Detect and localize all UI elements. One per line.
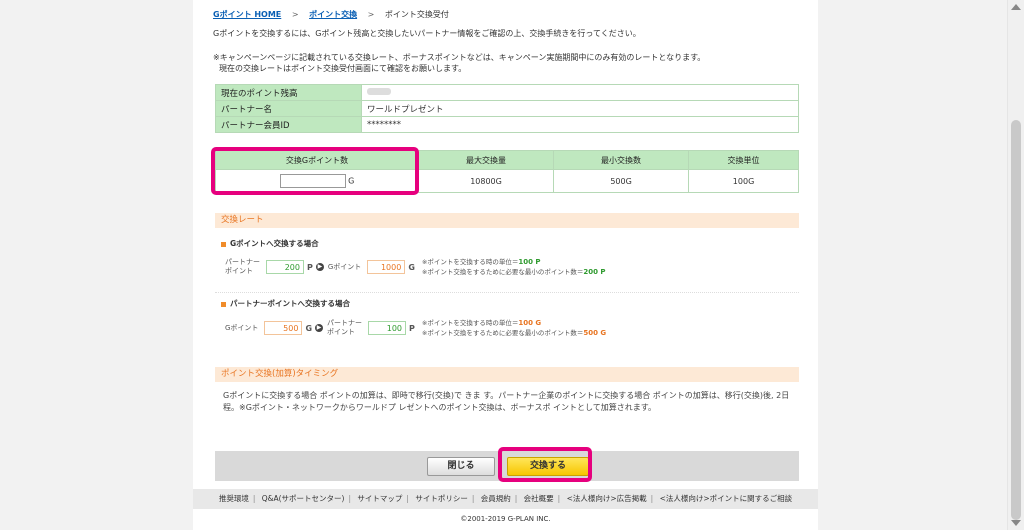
to-partner-rate-row: Gポイント 500 G ▶ パートナー ポイント 100 P ※ポイントを交換する…	[225, 318, 606, 338]
exchange-unit-header: 交換単位	[688, 150, 799, 170]
breadcrumb-home-link[interactable]: Gポイント HOME	[213, 10, 281, 19]
unit-p: P	[307, 262, 313, 272]
gpoint-label: Gポイント	[225, 324, 259, 332]
intro-text: Gポイントを交換するには、Gポイント残高と交換したいパートナー情報をご確認の上、…	[213, 29, 641, 38]
to-p-gpoint-value: 500	[264, 321, 303, 335]
to-g-partner-point-value: 200	[266, 260, 304, 274]
breadcrumb: Gポイント HOME > ポイント交換 > ポイント交換受付	[213, 9, 449, 20]
breadcrumb-separator: >	[367, 10, 375, 19]
highlight-exchange-amount	[211, 147, 419, 195]
footer-link-qa[interactable]: Q&A(サポートセンター)	[262, 494, 345, 503]
member-id-value: ********	[361, 116, 799, 133]
breadcrumb-exchange-link[interactable]: ポイント交換	[309, 10, 357, 19]
rate-section-title: 交換レート	[215, 213, 799, 228]
close-button[interactable]: 閉じる	[427, 457, 495, 476]
partner-name-label: パートナー名	[215, 100, 362, 117]
vertical-scrollbar[interactable]	[1007, 0, 1024, 530]
copyright: ©2001-2019 G-PLAN INC.	[460, 515, 551, 523]
unit-p: P	[409, 323, 415, 333]
scrollbar-thumb[interactable]	[1011, 120, 1021, 520]
campaign-note-line2: 現在の交換レートはポイント交換受付画面にて確認をお願いします。	[219, 64, 467, 73]
breadcrumb-current: ポイント交換受付	[384, 10, 449, 19]
max-exchange-value: 10800G	[417, 169, 555, 193]
member-id-label: パートナー会員ID	[215, 116, 362, 133]
min-exchange-value: 500G	[553, 169, 690, 193]
partner-point-label: パートナー ポイント	[327, 319, 363, 336]
footer-links: 推奨環境 | Q&A(サポートセンター) | サイトマップ | サイトポリシー | 会員…	[193, 489, 818, 509]
account-info-table: 現在のポイント残高 パートナー名 ワールドプレゼント パートナー会員ID ***…	[215, 84, 799, 133]
campaign-note: ※キャンペーンページに記載されている交換レート、ボーナスポイントなどは、キャンペ…	[213, 52, 813, 74]
partner-point-label: パートナー ポイント	[225, 258, 260, 275]
unit-g: G	[305, 323, 313, 333]
max-exchange-header: 最大交換量	[417, 150, 555, 170]
footer-link-policy[interactable]: サイトポリシー	[415, 494, 468, 503]
to-gpoint-rate-row: パートナー ポイント 200 P ▶ Gポイント 1000 G ※ポイントを交換す…	[225, 257, 606, 277]
to-partner-title: パートナーポイントへ交換する場合	[221, 298, 350, 309]
footer-link-environment[interactable]: 推奨環境	[219, 494, 249, 503]
to-gpoint-title: Gポイントへ交換する場合	[221, 238, 319, 249]
footer-link-sitemap[interactable]: サイトマップ	[357, 494, 402, 503]
exchange-unit-value: 100G	[688, 169, 799, 193]
rate-divider	[215, 292, 799, 293]
to-p-partner-point-value: 100	[368, 321, 407, 335]
scroll-down-icon[interactable]	[1011, 520, 1021, 526]
footer-link-terms[interactable]: 会員規約	[481, 494, 511, 503]
footer-link-consult[interactable]: <法人様向け>ポイントに関するご相談	[660, 494, 793, 503]
timing-section-title: ポイント交換(加算)タイミング	[215, 367, 799, 382]
bullet-square-icon	[221, 301, 226, 307]
balance-label: 現在のポイント残高	[215, 84, 362, 101]
footer-link-ads[interactable]: <法人様向け>広告掲載	[567, 494, 647, 503]
balance-value	[361, 84, 799, 101]
min-exchange-header: 最小交換数	[553, 150, 690, 170]
highlight-submit-button	[498, 447, 592, 482]
to-g-gpoint-value: 1000	[367, 260, 406, 274]
unit-g: G	[408, 262, 415, 272]
arrow-circle-icon: ▶	[315, 263, 324, 271]
blurred-balance	[367, 87, 391, 95]
footer-link-company[interactable]: 会社概要	[524, 494, 554, 503]
bullet-square-icon	[221, 241, 226, 247]
to-p-rate-notes: ※ポイントを交換する時の単位＝100 G ※ポイント交換をするために必要な最小の…	[421, 319, 607, 337]
scroll-up-icon[interactable]	[1011, 4, 1021, 10]
arrow-circle-icon: ▶	[315, 324, 324, 332]
campaign-note-line1: ※キャンペーンページに記載されている交換レート、ボーナスポイントなどは、キャンペ…	[213, 53, 706, 62]
gpoint-label: Gポイント	[327, 263, 362, 271]
timing-text: Gポイントに交換する場合 ポイントの加算は、即時で移行(交換)で きま す。パー…	[223, 391, 790, 412]
page-content: Gポイント HOME > ポイント交換 > ポイント交換受付 Gポイントを交換す…	[193, 0, 818, 530]
breadcrumb-separator: >	[291, 10, 299, 19]
partner-name-value: ワールドプレゼント	[361, 100, 799, 117]
to-g-rate-notes: ※ポイントを交換する時の単位＝100 P ※ポイント交換をするために必要な最小の…	[421, 258, 606, 276]
